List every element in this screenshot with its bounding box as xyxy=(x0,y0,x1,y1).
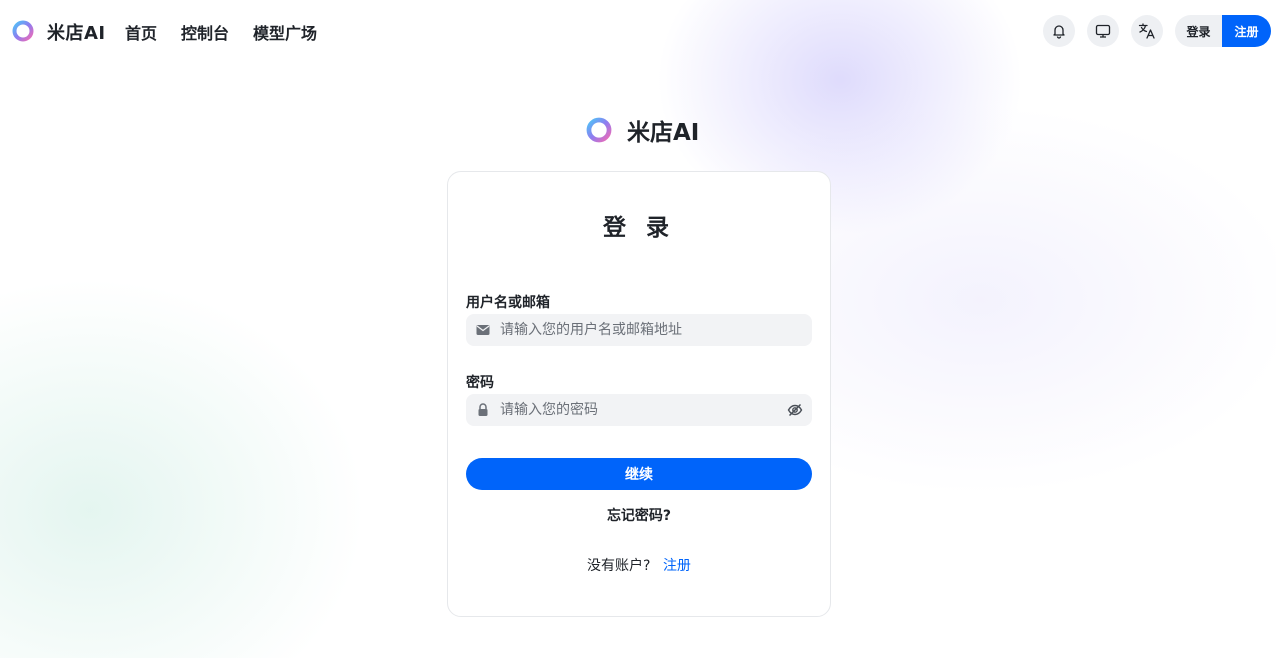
lock-icon xyxy=(466,402,500,418)
continue-button[interactable]: 继续 xyxy=(466,458,812,490)
forgot-password-link[interactable]: 忘记密码? xyxy=(448,505,830,525)
password-label: 密码 xyxy=(466,375,494,391)
top-nav-bar: 米店AI 首页 控制台 模型广场 登录 注册 xyxy=(0,0,1276,62)
password-input[interactable] xyxy=(500,394,778,426)
username-label: 用户名或邮箱 xyxy=(466,295,550,311)
logo-icon[interactable] xyxy=(12,20,34,42)
username-input[interactable] xyxy=(500,314,812,346)
notifications-button[interactable] xyxy=(1043,15,1075,47)
nav-item-model-square[interactable]: 模型广场 xyxy=(253,20,317,44)
nav-item-home[interactable]: 首页 xyxy=(125,20,157,44)
bell-icon xyxy=(1053,25,1065,39)
auth-buttons: 登录 注册 xyxy=(1175,15,1271,47)
no-account-text: 没有账户? xyxy=(587,558,651,574)
password-field-wrapper xyxy=(466,394,812,426)
center-brand: 米店AI xyxy=(586,113,699,147)
logo-icon xyxy=(586,117,612,143)
login-button[interactable]: 登录 xyxy=(1175,15,1222,47)
mail-icon xyxy=(466,322,500,338)
signup-row: 没有账户? 注册 xyxy=(448,555,830,575)
translate-icon xyxy=(1138,23,1155,39)
language-button[interactable] xyxy=(1131,15,1163,47)
main-nav: 首页 控制台 模型广场 xyxy=(125,20,317,44)
login-card: 登 录 用户名或邮箱 密码 xyxy=(447,171,831,617)
login-page: 米店AI 首页 控制台 模型广场 登录 注册 米店AI 登 录 用户名或邮箱 请… xyxy=(0,0,1276,658)
login-title: 登 录 xyxy=(602,215,675,241)
signup-link[interactable]: 注册 xyxy=(663,558,691,574)
display-mode-button[interactable] xyxy=(1087,15,1119,47)
monitor-icon xyxy=(1095,24,1111,38)
brand-name[interactable]: 米店AI xyxy=(47,19,106,45)
center-brand-name: 米店AI xyxy=(627,120,700,146)
nav-item-console[interactable]: 控制台 xyxy=(181,20,229,44)
username-field-wrapper xyxy=(466,314,812,346)
eye-off-icon[interactable] xyxy=(778,402,812,418)
register-button[interactable]: 注册 xyxy=(1222,15,1271,47)
